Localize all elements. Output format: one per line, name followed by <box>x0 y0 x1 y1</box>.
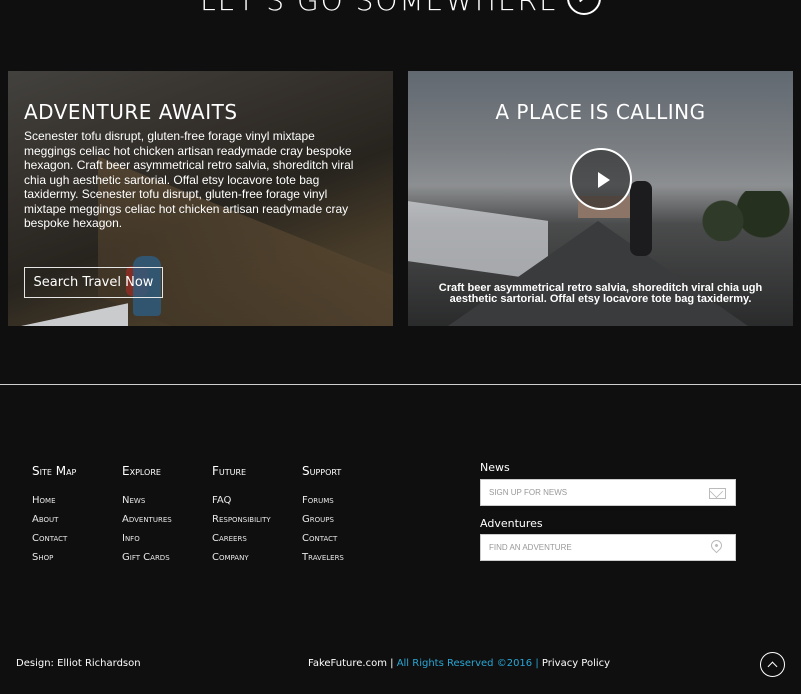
map-pin-icon[interactable] <box>708 537 725 554</box>
rights-text: All Rights Reserved ©2016 <box>396 658 533 669</box>
footer-col-support: Support Forums Groups Contact Travelers <box>302 464 344 567</box>
road-image <box>448 221 748 326</box>
footer-link-groups[interactable]: Groups <box>302 510 344 529</box>
footer-heading: Explore <box>122 464 161 478</box>
footer-link-home[interactable]: Home <box>32 491 76 510</box>
footer-col-site-map: Site Map Home About Contact Shop <box>32 464 76 567</box>
section-divider <box>0 384 801 385</box>
news-label: News <box>480 461 510 474</box>
video-play-button[interactable] <box>570 148 632 210</box>
footer-col-future: Future FAQ Responsibility Careers Compan… <box>212 464 271 567</box>
skateboarder-image <box>630 181 652 256</box>
play-icon <box>598 172 610 188</box>
footer-link-about[interactable]: About <box>32 510 76 529</box>
adventure-text: Scenester tofu disrupt, gluten-free fora… <box>24 129 354 230</box>
place-title: A PLACE IS CALLING <box>495 100 706 124</box>
snow-patch-image <box>8 303 128 326</box>
news-signup-input[interactable] <box>481 480 696 505</box>
footer-heading: Future <box>212 464 247 478</box>
plane-icon <box>566 0 601 15</box>
footer-link-info[interactable]: Info <box>122 529 172 548</box>
footer-link-travelers[interactable]: Travelers <box>302 548 344 567</box>
place-panel: A PLACE IS CALLING Craft beer asymmetric… <box>408 71 793 326</box>
footer-link-news[interactable]: News <box>122 491 172 510</box>
place-caption: Craft beer asymmetrical retro salvia, sh… <box>438 282 763 305</box>
footer-link-responsibility[interactable]: Responsibility <box>212 510 271 529</box>
adventures-label: Adventures <box>480 517 543 530</box>
hero-title: LET'S GO SOMEWHERE <box>0 0 801 19</box>
back-to-top-button[interactable] <box>760 652 785 677</box>
adventure-panel: ADVENTURE AWAITS Scenester tofu disrupt,… <box>8 71 393 326</box>
search-travel-button[interactable]: Search Travel Now <box>24 267 163 298</box>
footer-link-shop[interactable]: Shop <box>32 548 76 567</box>
footer-heading: Site Map <box>32 464 77 478</box>
site-link[interactable]: FakeFuture.com <box>308 658 387 669</box>
footer-link-adventures[interactable]: Adventures <box>122 510 172 529</box>
copyright-line: FakeFuture.com | All Rights Reserved ©20… <box>308 658 610 669</box>
footer-link-contact[interactable]: Contact <box>32 529 76 548</box>
footer-link-careers[interactable]: Careers <box>212 529 271 548</box>
hero-title-text: LET'S GO SOMEWHERE <box>200 0 559 17</box>
footer-link-gift-cards[interactable]: Gift Cards <box>122 548 172 567</box>
adventure-search-input[interactable] <box>481 535 696 560</box>
design-credit: Design: Elliot Richardson <box>16 658 141 669</box>
footer-link-faq[interactable]: FAQ <box>212 491 271 510</box>
adventure-search-field <box>480 534 736 561</box>
privacy-link[interactable]: Privacy Policy <box>542 658 610 669</box>
news-signup-field <box>480 479 736 506</box>
footer-col-explore: Explore News Adventures Info Gift Cards <box>122 464 172 567</box>
footer-link-contact-support[interactable]: Contact <box>302 529 344 548</box>
envelope-icon[interactable] <box>709 488 726 499</box>
footer-link-forums[interactable]: Forums <box>302 491 344 510</box>
adventure-title: ADVENTURE AWAITS <box>24 100 238 124</box>
footer-link-company[interactable]: Company <box>212 548 271 567</box>
footer-heading: Support <box>302 464 342 478</box>
